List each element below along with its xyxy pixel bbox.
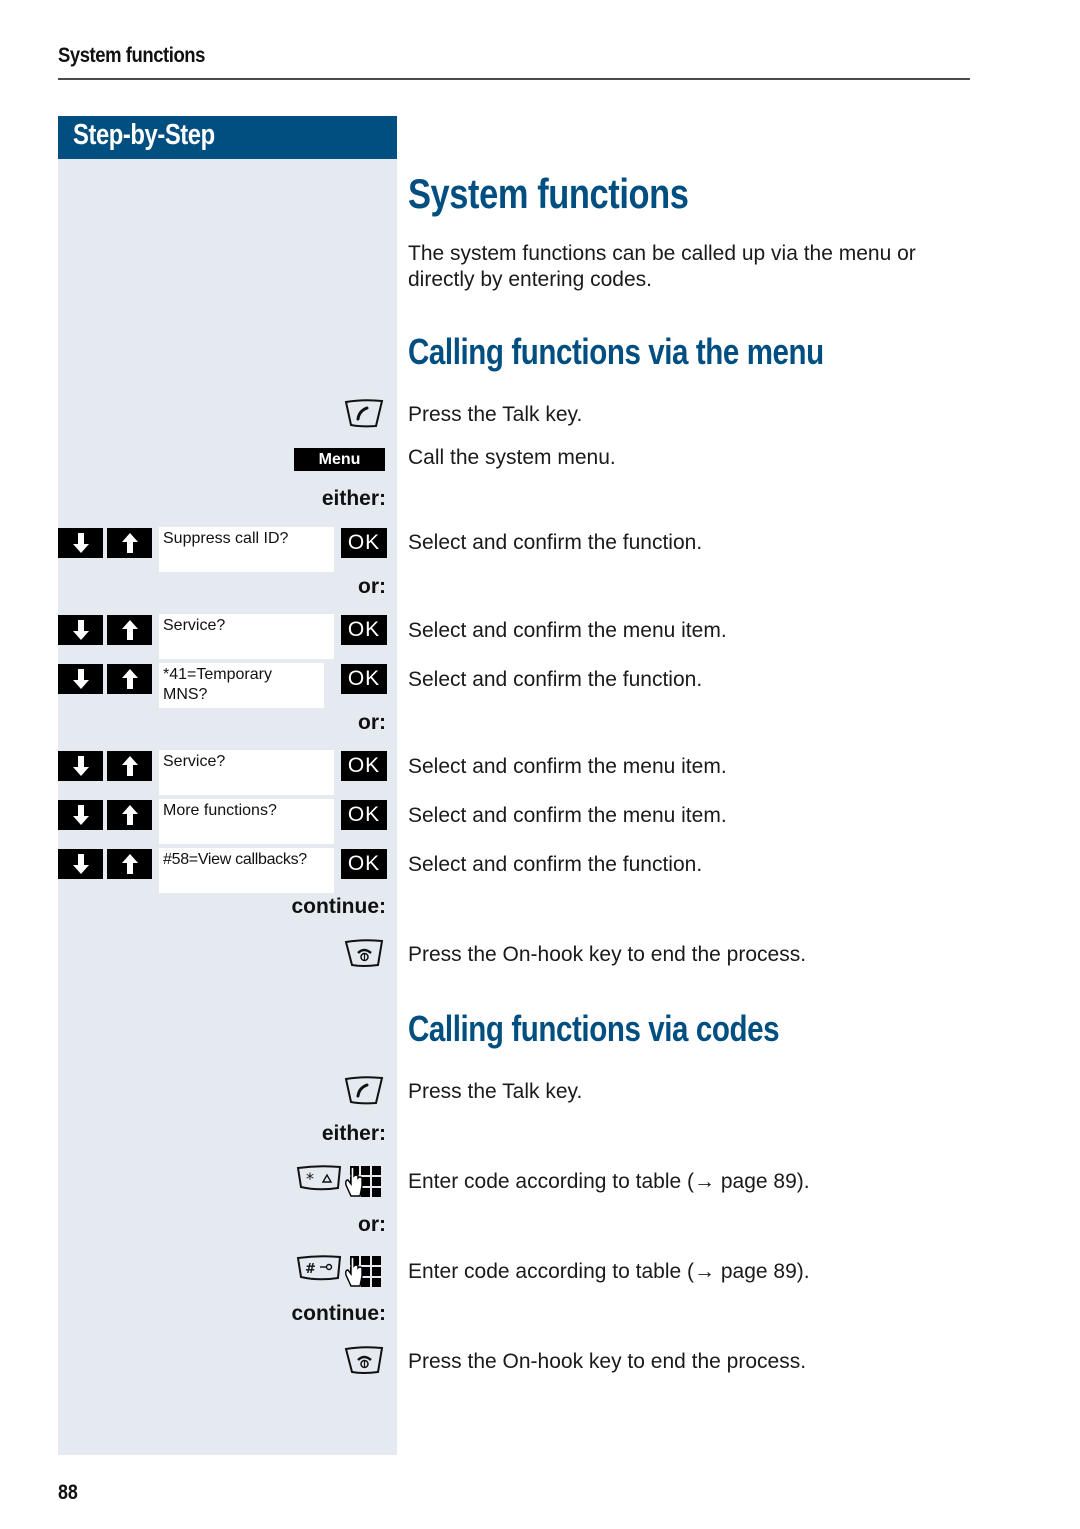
running-header: System functions [58,44,206,67]
step-text: Call the system menu. [408,446,616,469]
display-item: Service? [159,750,334,795]
either-label: either: [321,487,386,510]
menu-key[interactable]: Menu [294,448,385,471]
talk-key-icon [343,1075,385,1107]
down-arrow-key[interactable] [58,849,103,879]
or-label: or: [358,575,386,598]
down-arrow-key[interactable] [58,615,103,645]
step-text: Press the On-hook key to end the process… [408,1350,807,1373]
or-label: or: [358,1213,386,1236]
talk-key-icon [343,398,385,430]
step-text: Select and confirm the menu item. [408,804,727,827]
on-hook-key-icon [343,938,385,970]
step-text: Select and confirm the function. [408,531,703,554]
continue-label: continue: [291,895,387,918]
ok-key[interactable]: OK [341,800,387,830]
either-label: either: [321,1122,386,1145]
step-text: Press the On-hook key to end the process… [408,943,807,966]
ok-key[interactable]: OK [341,528,387,558]
display-item: More functions? [159,799,334,844]
display-item: Suppress call ID? [159,527,334,572]
or-label: or: [358,711,386,734]
step-text: Select and confirm the function. [408,853,703,876]
up-arrow-key[interactable] [107,528,152,558]
display-item: #58=View callbacks? [159,848,334,893]
ok-key[interactable]: OK [341,664,387,694]
down-arrow-key[interactable] [58,800,103,830]
down-arrow-key[interactable] [58,751,103,781]
step-text: Select and confirm the function. [408,668,703,691]
up-arrow-key[interactable] [107,751,152,781]
down-arrow-key[interactable] [58,664,103,694]
display-item: *41=Temporary MNS? [159,663,324,708]
sidebar-title: Step-by-Step [73,119,215,151]
step-text: Press the Talk key. [408,403,583,426]
svg-text:#: # [305,1262,316,1277]
ok-key[interactable]: OK [341,751,387,781]
on-hook-key-icon [343,1345,385,1377]
ok-key[interactable]: OK [341,615,387,645]
hash-key-keypad-icon: # [296,1254,386,1294]
step-text: Enter code according to table (→ page 89… [408,1260,810,1283]
up-arrow-key[interactable] [107,615,152,645]
header-rule [58,78,970,80]
page-number: 88 [58,1481,78,1504]
section-heading-codes: Calling functions via codes [408,1008,780,1049]
section-heading-menu: Calling functions via the menu [408,331,824,372]
display-item: Service? [159,614,334,659]
up-arrow-key[interactable] [107,849,152,879]
up-arrow-key[interactable] [107,800,152,830]
step-text: Select and confirm the menu item. [408,755,727,778]
star-key-keypad-icon: * [296,1164,386,1204]
intro-paragraph: The system functions can be called up vi… [408,242,916,291]
svg-text:*: * [306,1169,314,1188]
down-arrow-key[interactable] [58,528,103,558]
ok-key[interactable]: OK [341,849,387,879]
step-text: Press the Talk key. [408,1080,583,1103]
step-text: Enter code according to table (→ page 89… [408,1170,810,1193]
continue-label: continue: [291,1302,387,1325]
page-title: System functions [408,170,689,217]
step-text: Select and confirm the menu item. [408,619,727,642]
up-arrow-key[interactable] [107,664,152,694]
